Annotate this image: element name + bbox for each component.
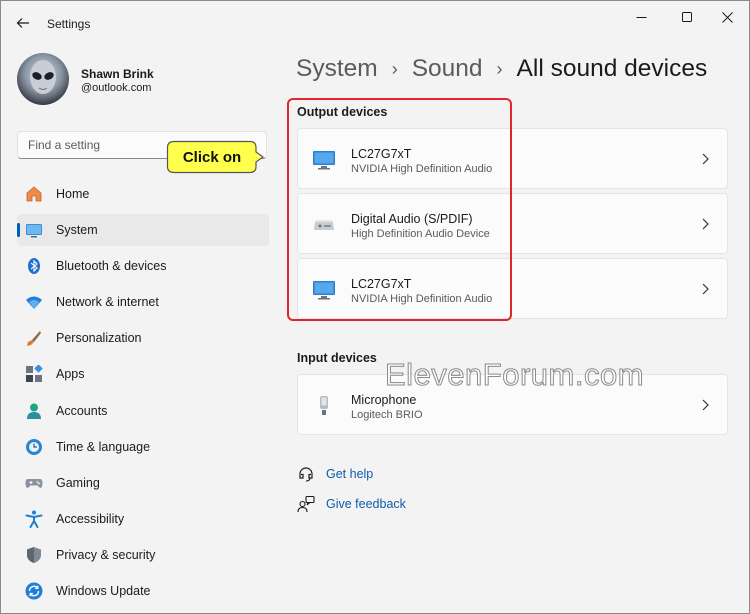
audio-receiver-icon bbox=[312, 214, 336, 236]
back-button[interactable] bbox=[11, 11, 35, 35]
get-help-link[interactable]: Get help bbox=[297, 465, 373, 483]
update-icon bbox=[25, 582, 43, 600]
output-device-card[interactable]: LC27G7xT NVIDIA High Definition Audio bbox=[297, 258, 728, 319]
wifi-icon bbox=[25, 293, 43, 311]
app-title: Settings bbox=[47, 17, 91, 31]
monitor-icon bbox=[312, 149, 336, 171]
sidebar-item-system[interactable]: System bbox=[17, 214, 269, 247]
breadcrumb-separator: › bbox=[496, 58, 503, 79]
back-arrow-icon bbox=[16, 18, 29, 28]
sidebar-item-label: Privacy & security bbox=[56, 547, 156, 562]
shield-icon bbox=[25, 546, 43, 564]
page-title: All sound devices bbox=[516, 55, 708, 82]
home-icon bbox=[25, 185, 43, 203]
user-profile[interactable]: Shawn Brink @outlook.com bbox=[17, 53, 267, 107]
get-help-label: Get help bbox=[326, 467, 374, 481]
sidebar-item-bluetooth[interactable]: Bluetooth & devices bbox=[17, 250, 269, 282]
maximize-icon bbox=[681, 11, 692, 22]
sidebar-item-accessibility[interactable]: Accessibility bbox=[17, 503, 269, 535]
chevron-right-icon bbox=[697, 151, 713, 167]
output-device-card[interactable]: Digital Audio (S/PDIF) High Definition A… bbox=[297, 193, 728, 254]
microphone-icon bbox=[312, 395, 336, 417]
title-bar: Settings bbox=[1, 1, 749, 45]
feedback-icon bbox=[297, 495, 315, 513]
device-driver: NVIDIA High Definition Audio bbox=[351, 293, 493, 305]
sidebar-item-privacy-security[interactable]: Privacy & security bbox=[17, 539, 269, 571]
sidebar-item-label: Time & language bbox=[56, 439, 151, 454]
breadcrumb: System › Sound › All sound devices bbox=[296, 55, 707, 83]
device-name: LC27G7xT bbox=[351, 147, 412, 161]
breadcrumb-sound[interactable]: Sound bbox=[412, 55, 483, 83]
breadcrumb-system[interactable]: System bbox=[296, 55, 378, 83]
sidebar-item-personalization[interactable]: Personalization bbox=[17, 322, 269, 354]
callout-text: Click on bbox=[182, 148, 242, 166]
sidebar-item-gaming[interactable]: Gaming bbox=[17, 467, 269, 499]
apps-icon bbox=[25, 365, 43, 383]
sidebar-item-label: Personalization bbox=[56, 331, 142, 346]
give-feedback-link[interactable]: Give feedback bbox=[297, 495, 406, 513]
minimize-button[interactable] bbox=[621, 1, 661, 33]
sidebar-item-label: Windows Update bbox=[56, 584, 151, 599]
sidebar-item-windows-update[interactable]: Windows Update bbox=[17, 575, 269, 607]
input-device-card[interactable]: Microphone Logitech BRIO bbox=[297, 374, 728, 435]
monitor-icon bbox=[312, 279, 336, 301]
sidebar-item-label: Accessibility bbox=[56, 511, 125, 526]
sidebar-item-label: Apps bbox=[56, 367, 85, 382]
system-icon bbox=[25, 221, 43, 239]
close-icon bbox=[721, 11, 733, 23]
close-button[interactable] bbox=[707, 1, 747, 33]
sidebar-nav: Home System Bluetooth & devices Network … bbox=[17, 178, 269, 611]
device-driver: NVIDIA High Definition Audio bbox=[351, 163, 493, 175]
sidebar-item-label: Gaming bbox=[56, 475, 100, 490]
alien-avatar-icon bbox=[30, 60, 56, 94]
device-driver: Logitech BRIO bbox=[351, 409, 423, 421]
sidebar-item-time-language[interactable]: Time & language bbox=[17, 431, 269, 463]
annotation-callout: Click on bbox=[166, 140, 264, 174]
output-devices-heading: Output devices bbox=[297, 105, 388, 119]
sidebar-item-label: Accounts bbox=[56, 403, 108, 418]
sidebar-item-network[interactable]: Network & internet bbox=[17, 286, 269, 318]
sidebar-item-apps[interactable]: Apps bbox=[17, 358, 269, 390]
chevron-right-icon bbox=[697, 397, 713, 413]
chevron-right-icon bbox=[697, 216, 713, 232]
output-device-card[interactable]: LC27G7xT NVIDIA High Definition Audio bbox=[297, 128, 728, 189]
profile-email: @outlook.com bbox=[81, 82, 152, 94]
bluetooth-icon bbox=[25, 257, 43, 275]
sidebar-item-label: Bluetooth & devices bbox=[56, 259, 167, 274]
chevron-right-icon bbox=[697, 281, 713, 297]
device-driver: High Definition Audio Device bbox=[351, 228, 490, 240]
search-placeholder: Find a setting bbox=[28, 138, 101, 152]
avatar bbox=[17, 53, 69, 105]
maximize-button[interactable] bbox=[667, 1, 707, 33]
brush-icon bbox=[25, 329, 43, 347]
sidebar-item-home[interactable]: Home bbox=[17, 178, 269, 210]
breadcrumb-separator: › bbox=[391, 58, 398, 79]
sidebar-item-label: Home bbox=[56, 187, 90, 201]
device-name: Microphone bbox=[351, 393, 417, 407]
clock-globe-icon bbox=[25, 438, 43, 456]
profile-name: Shawn Brink bbox=[81, 67, 154, 81]
sidebar-item-accounts[interactable]: Accounts bbox=[17, 395, 269, 427]
settings-window: Settings Shawn Brink @outlook.com Find a… bbox=[0, 0, 750, 614]
device-name: Digital Audio (S/PDIF) bbox=[351, 212, 473, 226]
help-icon bbox=[297, 465, 315, 483]
accounts-icon bbox=[25, 402, 43, 420]
accessibility-icon bbox=[25, 510, 43, 528]
sidebar-item-label: Network & internet bbox=[56, 295, 159, 310]
sidebar-item-label: System bbox=[56, 223, 98, 238]
input-devices-heading: Input devices bbox=[297, 351, 377, 365]
device-name: LC27G7xT bbox=[351, 277, 412, 291]
give-feedback-label: Give feedback bbox=[326, 497, 406, 511]
minimize-icon bbox=[636, 16, 646, 18]
gamepad-icon bbox=[25, 474, 43, 492]
